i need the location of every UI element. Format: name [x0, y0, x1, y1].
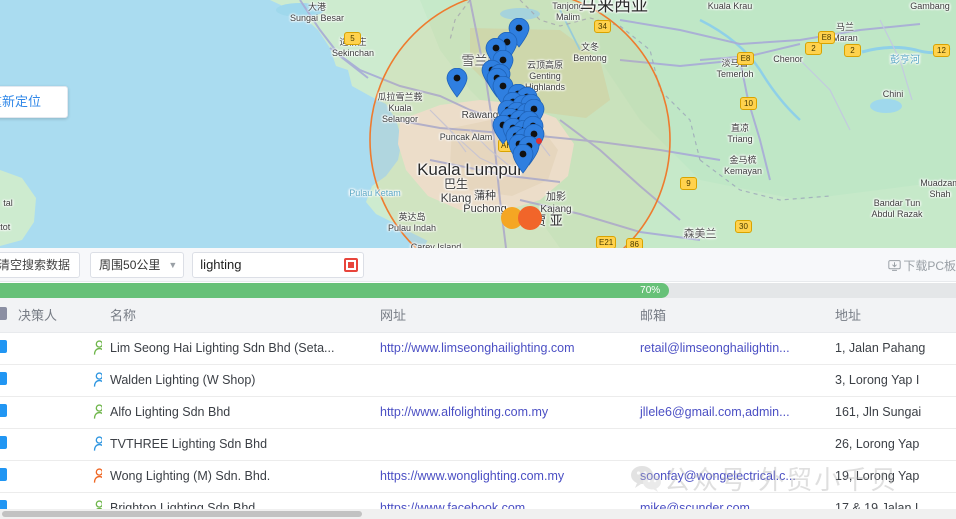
row-checkbox[interactable] — [0, 404, 7, 417]
table-row[interactable]: Wong Lighting (M) Sdn. Bhd. https://www.w… — [0, 460, 956, 493]
decision-maker-cell[interactable] — [10, 460, 102, 493]
download-pc-label: 下载PC板 — [903, 258, 956, 273]
map-road-shield: 34 — [594, 20, 611, 33]
radius-select-value: 周围50公里 — [99, 258, 161, 272]
keyword-input-value: lighting — [200, 257, 242, 272]
website-link[interactable]: http://www.alfolighting.com.my — [380, 405, 548, 419]
row-select-cell[interactable] — [0, 396, 10, 429]
email-link[interactable]: soonfay@wongelectrical.c... — [640, 469, 796, 483]
map-road-shield: 10 — [740, 97, 757, 110]
map-cluster-dot[interactable] — [536, 138, 542, 144]
website-cell[interactable] — [372, 428, 632, 461]
row-select-cell[interactable] — [0, 428, 10, 461]
people-icon[interactable] — [18, 436, 102, 452]
header-website[interactable]: 网址 — [372, 298, 632, 333]
people-icon[interactable] — [18, 404, 102, 420]
results-table-body: Lim Seong Hai Lighting Sdn Bhd (Seta... h… — [0, 332, 956, 511]
results-table-head: 决策人 名称 网址 邮箱 地址 — [0, 298, 956, 333]
table-row[interactable]: TVTHREE Lighting Sdn Bhd 26, Lorong Yap — [0, 428, 956, 461]
company-name-cell[interactable]: Lim Seong Hai Lighting Sdn Bhd (Seta... — [102, 332, 372, 365]
company-name-cell[interactable]: Alfo Lighting Sdn Bhd — [102, 396, 372, 429]
search-toolbar: 清空搜索数据 周围50公里 ▼ lighting — [0, 248, 956, 282]
progress-row: 70% — [0, 283, 956, 298]
map-road-shield: E8 — [737, 52, 754, 65]
website-cell[interactable]: https://www.wonglighting.com.my — [372, 460, 632, 493]
keyword-input[interactable]: lighting — [192, 251, 365, 278]
company-name-cell[interactable]: TVTHREE Lighting Sdn Bhd — [102, 428, 372, 461]
results-table: 决策人 名称 网址 邮箱 地址 Lim Seong Hai Lighting S… — [0, 298, 956, 511]
table-header-row: 决策人 名称 网址 邮箱 地址 — [0, 298, 956, 333]
email-cell[interactable]: jllele6@gmail.com,admin... — [632, 396, 827, 429]
website-cell[interactable]: http://www.limseonghailighting.com — [372, 332, 632, 365]
relocate-button[interactable]: 重新定位 — [0, 86, 68, 118]
website-link[interactable]: https://www.wonglighting.com.my — [380, 469, 564, 483]
email-cell[interactable]: soonfay@wongelectrical.c... — [632, 460, 827, 493]
map-result-pin[interactable] — [446, 67, 468, 98]
map-result-pin[interactable] — [512, 143, 534, 174]
decision-maker-cell[interactable] — [10, 364, 102, 397]
map-road-shield: 2 — [844, 44, 861, 57]
header-select-all[interactable] — [0, 298, 10, 333]
download-icon — [888, 259, 902, 271]
download-pc-link[interactable]: 下载PC板 — [888, 248, 956, 282]
chevron-down-icon: ▼ — [168, 259, 178, 270]
progress-percent-label: 70% — [640, 285, 661, 296]
row-checkbox[interactable] — [0, 468, 7, 481]
map-road-shield: E21 — [596, 236, 617, 248]
company-name-cell[interactable]: Wong Lighting (M) Sdn. Bhd. — [102, 460, 372, 493]
website-cell[interactable] — [372, 364, 632, 397]
row-checkbox[interactable] — [0, 436, 7, 449]
map-canvas[interactable]: 大港Sungai Besar适耕庄Sekinchan瓜拉雪兰莪KualaSela… — [0, 0, 956, 248]
row-checkbox[interactable] — [0, 340, 7, 353]
header-address[interactable]: 地址 — [827, 298, 956, 333]
select-all-checkbox[interactable] — [0, 306, 7, 320]
map-road-shield: 12 — [933, 44, 950, 57]
horizontal-scrollbar[interactable] — [0, 509, 956, 519]
header-decision-maker[interactable]: 决策人 — [10, 298, 102, 333]
table-row[interactable]: Lim Seong Hai Lighting Sdn Bhd (Seta... h… — [0, 332, 956, 365]
address-cell[interactable]: 161, Jln Sungai — [827, 396, 956, 429]
decision-maker-cell[interactable] — [10, 428, 102, 461]
table-row[interactable]: Walden Lighting (W Shop) 3, Lorong Yap I — [0, 364, 956, 397]
website-cell[interactable]: http://www.alfolighting.com.my — [372, 396, 632, 429]
map-basemap — [0, 0, 956, 248]
email-link[interactable]: jllele6@gmail.com,admin... — [640, 405, 790, 419]
map-road-shield: 9 — [680, 177, 697, 190]
decision-maker-cell[interactable] — [10, 396, 102, 429]
row-select-cell[interactable] — [0, 364, 10, 397]
email-cell[interactable]: retail@limseonghailightin... — [632, 332, 827, 365]
map-road-shield: E8 — [818, 31, 835, 44]
email-link[interactable]: retail@limseonghailightin... — [640, 341, 790, 355]
row-select-cell[interactable] — [0, 460, 10, 493]
table-row[interactable]: Alfo Lighting Sdn Bhd http://www.alfoligh… — [0, 396, 956, 429]
scrollbar-thumb[interactable] — [2, 511, 362, 517]
map-road-shield: 5 — [344, 32, 361, 45]
clear-search-data-button[interactable]: 清空搜索数据 — [0, 251, 81, 278]
map-cluster-dot[interactable] — [518, 206, 542, 230]
company-name-cell[interactable]: Walden Lighting (W Shop) — [102, 364, 372, 397]
map-road-shield: 30 — [735, 220, 752, 233]
row-select-cell[interactable] — [0, 332, 10, 365]
email-cell[interactable] — [632, 364, 827, 397]
address-cell[interactable]: 3, Lorong Yap I — [827, 364, 956, 397]
header-name[interactable]: 名称 — [102, 298, 372, 333]
app-root: 大港Sungai Besar适耕庄Sekinchan瓜拉雪兰莪KualaSela… — [0, 0, 956, 519]
header-email[interactable]: 邮箱 — [632, 298, 827, 333]
radius-select[interactable]: 周围50公里 ▼ — [90, 251, 185, 278]
progress-fill: 70% — [0, 283, 670, 298]
website-link[interactable]: http://www.limseonghailighting.com — [380, 341, 575, 355]
decision-maker-cell[interactable] — [10, 332, 102, 365]
stop-icon[interactable] — [344, 257, 359, 272]
address-cell[interactable]: 1, Jalan Pahang — [827, 332, 956, 365]
people-icon[interactable] — [18, 340, 102, 356]
progress-track: 70% — [0, 283, 956, 298]
email-cell[interactable] — [632, 428, 827, 461]
address-cell[interactable]: 19, Lorong Yap — [827, 460, 956, 493]
address-cell[interactable]: 26, Lorong Yap — [827, 428, 956, 461]
map-road-shield: 86 — [626, 238, 643, 248]
results-table-wrapper[interactable]: 决策人 名称 网址 邮箱 地址 Lim Seong Hai Lighting S… — [0, 298, 956, 511]
people-icon[interactable] — [18, 468, 102, 484]
people-icon[interactable] — [18, 372, 102, 388]
row-checkbox[interactable] — [0, 372, 7, 385]
